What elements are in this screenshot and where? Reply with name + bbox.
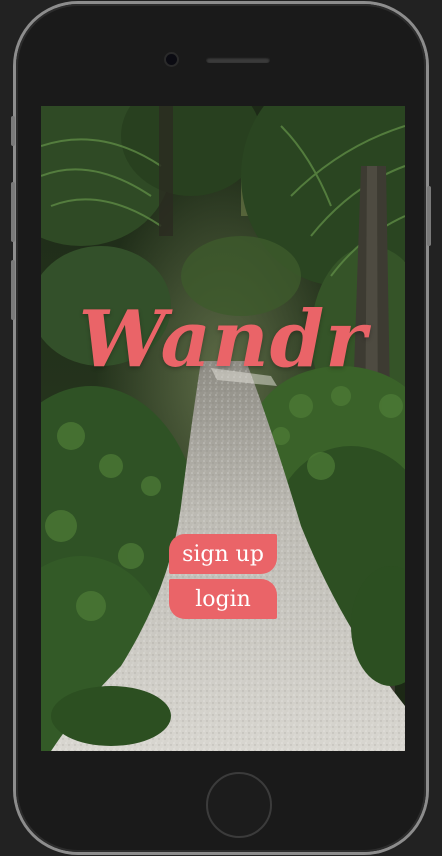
volume-up-button — [11, 182, 15, 242]
home-button[interactable] — [206, 772, 272, 838]
mute-switch — [11, 116, 15, 146]
background-photo — [41, 106, 405, 751]
front-camera — [166, 54, 177, 65]
app-screen: Wandr sign up login — [41, 106, 405, 751]
sign-up-button[interactable]: sign up — [169, 534, 277, 574]
earpiece-speaker — [206, 57, 270, 63]
volume-down-button — [11, 260, 15, 320]
power-button — [427, 186, 431, 246]
login-button[interactable]: login — [169, 579, 277, 619]
app-title: Wandr — [78, 294, 368, 385]
